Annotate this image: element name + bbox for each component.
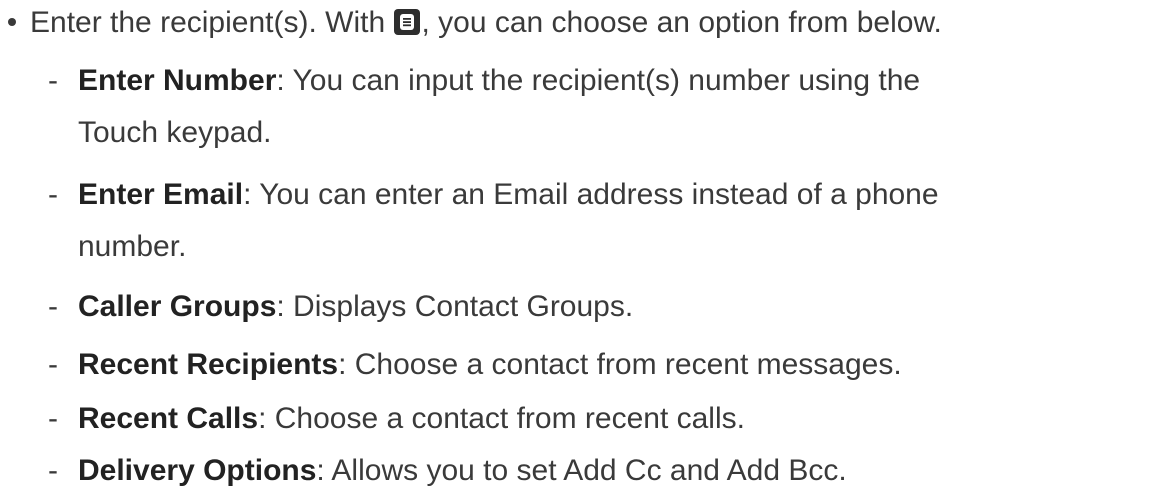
option-description: : Choose a contact from recent messages. <box>338 348 902 381</box>
option-line: Caller Groups: Displays Contact Groups. <box>78 292 633 322</box>
option-description-cont: number. <box>78 230 187 263</box>
intro-text-end: , you can choose an option from below. <box>421 6 942 39</box>
option-description: : Allows you to set Add Cc and Add Bcc. <box>316 454 847 487</box>
option-description: : You can enter an Email address instead… <box>243 178 939 211</box>
option-description: : Displays Contact Groups. <box>276 290 634 323</box>
option-description: : You can input the recipient(s) number … <box>276 64 921 97</box>
option-label: Recent Recipients <box>78 348 339 381</box>
dash: - <box>48 178 58 211</box>
option-label: Enter Email <box>78 178 244 211</box>
option-description: : Choose a contact from recent calls. <box>258 402 745 435</box>
option-label: Enter Number <box>78 64 277 97</box>
dash: - <box>48 402 58 435</box>
intro-line: Enter the recipient(s). With , you can c… <box>30 8 942 38</box>
option-line: Enter Number: You can input the recipien… <box>78 66 920 96</box>
option-description-cont: Touch keypad. <box>78 116 272 149</box>
option-line: Enter Email: You can enter an Email addr… <box>78 180 939 210</box>
option-label: Caller Groups <box>78 290 277 323</box>
dash: - <box>48 348 58 381</box>
option-line: Delivery Options: Allows you to set Add … <box>78 456 847 486</box>
option-label: Recent Calls <box>78 402 259 435</box>
dash: - <box>48 64 58 97</box>
option-label: Delivery Options <box>78 454 317 487</box>
option-line: Recent Recipients: Choose a contact from… <box>78 350 902 380</box>
bullet-point <box>8 18 16 26</box>
intro-text-start: Enter the recipient(s). With <box>30 6 394 39</box>
menu-key-icon <box>394 9 421 35</box>
dash: - <box>48 454 58 487</box>
option-line: Recent Calls: Choose a contact from rece… <box>78 404 745 434</box>
dash: - <box>48 290 58 323</box>
manual-page: Enter the recipient(s). With , you can c… <box>0 0 1175 487</box>
